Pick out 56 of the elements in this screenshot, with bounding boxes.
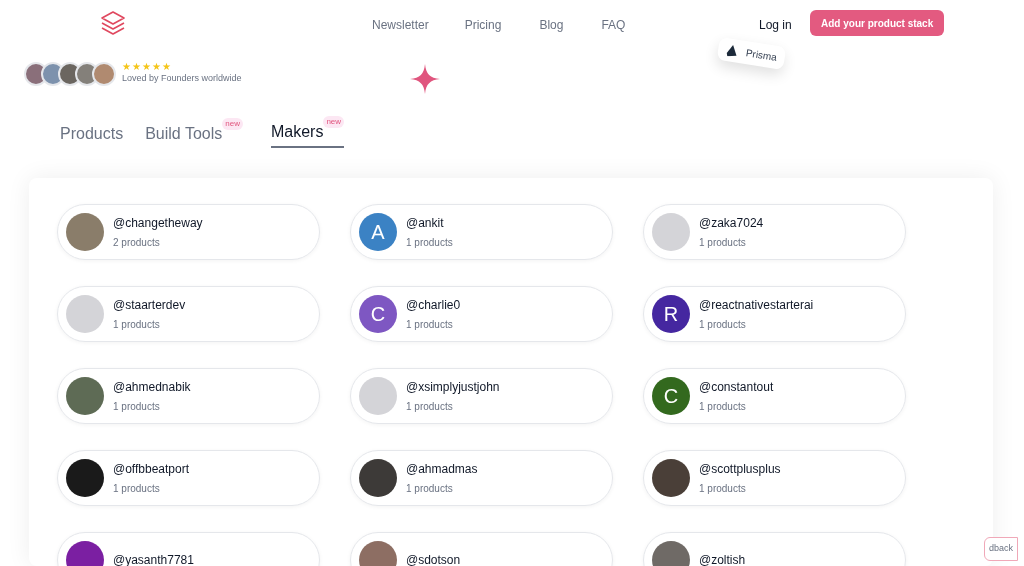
stacked-layers-logo-icon[interactable] [100,10,126,36]
maker-handle: @zoltish [699,552,746,566]
maker-handle: @changetheway [113,215,203,232]
tagline-text: Loved by Founders worldwide [122,72,242,86]
letter-avatar: R [652,295,690,333]
empty-avatar [66,295,104,333]
nav-link[interactable]: Blog [539,16,564,34]
maker-handle: @xsimplyjustjohn [406,379,500,396]
product-count: 1 products [699,482,747,496]
nav-link[interactable]: Pricing [464,16,502,34]
product-count: 1 products [699,318,747,332]
feedback-tab[interactable]: dback [984,537,1019,561]
avatar-photo-placeholder [359,459,397,497]
product-count: 1 products [699,236,747,250]
maker-handle: @offbbeatport [113,461,189,478]
tab[interactable]: Build Tools [145,118,223,148]
avatar-photo-placeholder [66,213,104,251]
product-count: 1 products [113,318,161,332]
product-count: 1 products [406,400,454,414]
sparkle-icon [410,64,440,94]
product-count: 1 products [113,482,161,496]
maker-handle: @constantout [699,379,774,396]
product-count: 1 products [699,400,747,414]
tab[interactable]: Products [60,118,124,148]
product-count: 1 products [113,400,161,414]
letter-avatar: A [359,213,397,251]
avatar-photo-placeholder [92,62,116,86]
product-count: 2 products [113,236,161,250]
empty-avatar [359,377,397,415]
prisma-badge: Prisma [716,36,787,71]
maker-handle: @zaka7024 [699,215,764,232]
maker-handle: @staarterdev [113,297,186,314]
maker-handle: @ankit [406,215,445,232]
empty-avatar [652,213,690,251]
product-count: 1 products [406,236,453,250]
nav-link[interactable]: FAQ [601,16,626,34]
rating-stars: ★★★★★ [122,62,172,73]
new-badge: new [222,118,243,130]
letter-avatar: C [652,377,690,415]
new-badge: new [323,116,345,128]
maker-handle: @yasanth7781 [113,552,194,566]
nav-link[interactable]: Newsletter [372,16,429,34]
product-count: 1 products [406,318,454,332]
product-count: 1 products [406,482,454,496]
maker-handle: @scottplusplus [699,461,781,478]
tab[interactable]: Makers [270,116,324,146]
avatar-photo-placeholder [652,459,690,497]
avatar-photo-placeholder [66,377,104,415]
login-link[interactable]: Log in [759,16,792,34]
maker-handle: @charlie0 [406,297,461,314]
letter-avatar: C [359,295,397,333]
maker-handle: @sdotson [406,552,461,566]
avatar-photo-placeholder [66,459,104,497]
maker-handle: @ahmednabik [113,379,191,396]
maker-handle: @ahmadmas [406,461,478,478]
maker-handle: @reactnativestarterai [699,297,814,314]
